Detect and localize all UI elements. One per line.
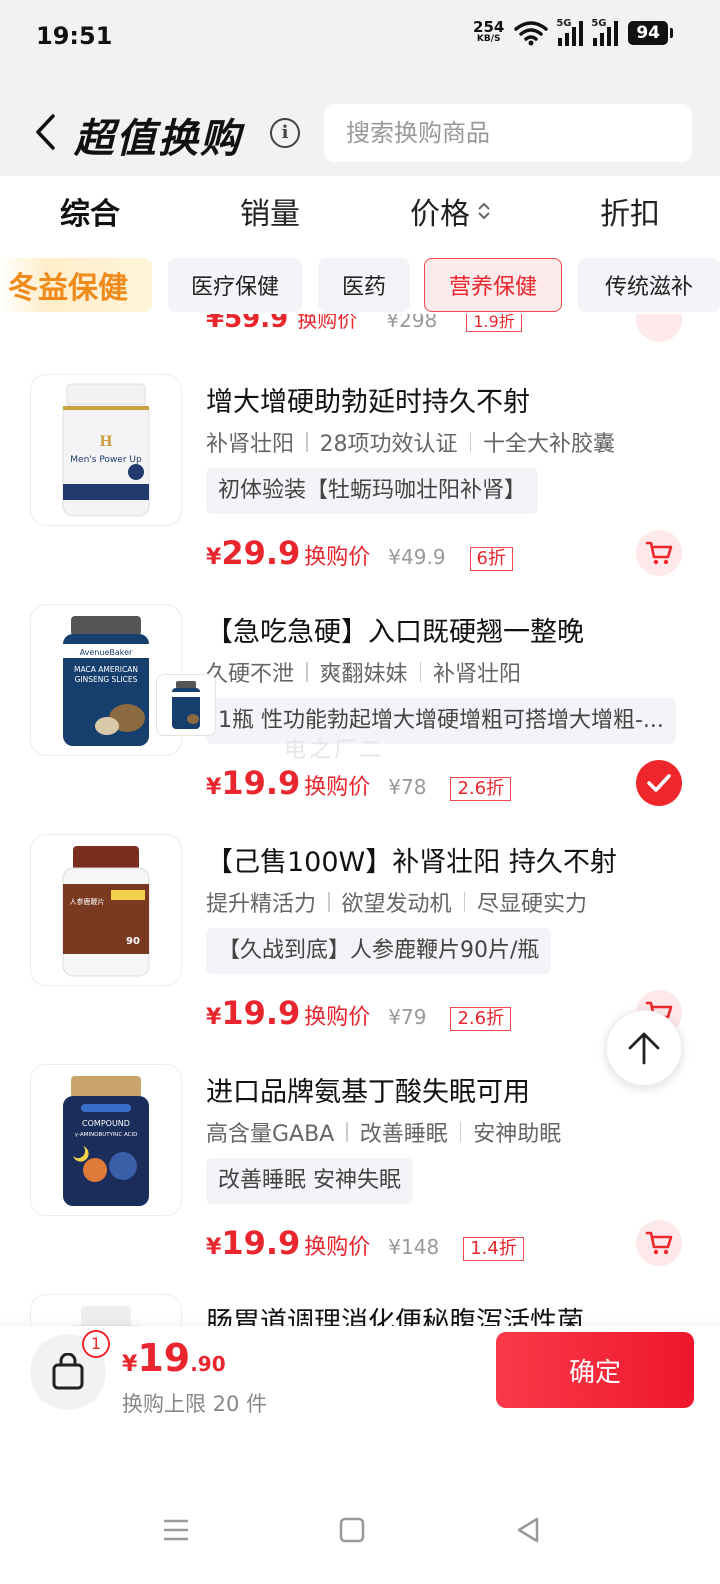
category-chip-promo[interactable]: 冬益保健 bbox=[0, 258, 152, 312]
signal-icon-1: 5G bbox=[556, 18, 584, 46]
product-title: 【急吃急硬】入口既硬翘一整晚 bbox=[206, 617, 584, 648]
svg-text:MACA AMERICAN: MACA AMERICAN bbox=[74, 665, 138, 674]
sort-tab-price-label: 价格 bbox=[410, 197, 470, 232]
watermark-text: 电之厂二 bbox=[284, 738, 385, 763]
signal-icon-2: 5G bbox=[591, 18, 619, 46]
product-item[interactable]: 肠胃道调理消化便秘腹泻活性菌 bbox=[0, 1294, 720, 1326]
net-speed: 254 KB/S bbox=[473, 18, 505, 45]
product-title: 【己售100W】补肾壮阳 持久不射 bbox=[206, 847, 617, 878]
status-icons: 254 KB/S 5G 5G 94 bbox=[473, 18, 673, 46]
product-title: 增大增硬助勃延时持久不射 bbox=[206, 387, 530, 418]
selected-check-button[interactable] bbox=[636, 760, 682, 806]
wifi-icon bbox=[514, 21, 549, 46]
category-chips: 冬益保健 医疗保健 医药 营养保健 传统滋补 bbox=[0, 256, 720, 314]
product-tags: 提升精活力 欲望发动机 尽显硬实力 bbox=[206, 892, 588, 917]
product-image: H Men's Power Up bbox=[30, 374, 182, 526]
status-bar: 19:51 254 KB/S 5G 5G 94 bbox=[0, 0, 720, 80]
svg-text:90: 90 bbox=[126, 936, 140, 947]
exchange-limit-text: 换购上限 20 件 bbox=[122, 1392, 268, 1416]
product-price: ¥ 19.9 换购价 ¥148 1.4折 bbox=[206, 1224, 524, 1262]
svg-text:H: H bbox=[99, 434, 112, 450]
product-item[interactable]: AvenueBaker MACA AMERICAN GINSENG SLICES… bbox=[0, 604, 720, 834]
product-subtitle: 改善睡眠 安神失眠 bbox=[206, 1158, 413, 1204]
checkout-bar: 1 ¥ 19 .90 换购上限 20 件 确定 bbox=[0, 1326, 720, 1424]
scroll-to-top-button[interactable] bbox=[606, 1010, 682, 1086]
svg-text:人参鹿鞭片: 人参鹿鞭片 bbox=[70, 897, 105, 906]
home-icon[interactable] bbox=[332, 1510, 372, 1550]
svg-text:Men's Power Up: Men's Power Up bbox=[70, 455, 142, 465]
check-icon bbox=[647, 774, 671, 792]
cart-button[interactable] bbox=[636, 314, 682, 342]
page-title: 超值换购 bbox=[74, 116, 242, 162]
confirm-button[interactable]: 确定 bbox=[496, 1332, 694, 1408]
sort-tab-price[interactable]: 价格 bbox=[360, 189, 540, 233]
sort-tab-comprehensive[interactable]: 综合 bbox=[0, 189, 180, 233]
product-list[interactable]: ¥59.9 换购价 ¥298 1.9折 H Men's Power Up 增大增… bbox=[0, 314, 720, 1326]
info-icon[interactable]: i bbox=[270, 118, 300, 148]
page-header: 超值换购 i bbox=[0, 80, 720, 176]
svg-text:AvenueBaker: AvenueBaker bbox=[80, 648, 133, 657]
product-tags: 补肾壮阳 28项功效认证 十全大补胶囊 bbox=[206, 432, 616, 457]
total-price: ¥ 19 .90 bbox=[122, 1336, 226, 1380]
sort-tab-discount[interactable]: 折扣 bbox=[540, 189, 720, 233]
cart-button[interactable] bbox=[636, 1220, 682, 1266]
svg-text:GINSENG SLICES: GINSENG SLICES bbox=[75, 675, 138, 684]
product-image bbox=[30, 1294, 182, 1326]
product-price: ¥ 19.9 换购价 ¥78 2.6折 bbox=[206, 764, 512, 802]
cart-button[interactable] bbox=[636, 530, 682, 576]
category-chip-medicine[interactable]: 医药 bbox=[318, 258, 410, 312]
cart-icon bbox=[645, 541, 673, 565]
search-box[interactable] bbox=[324, 104, 692, 162]
partial-product-price: ¥59.9 换购价 ¥298 1.9折 bbox=[206, 314, 522, 334]
bag-count-badge: 1 bbox=[82, 1330, 110, 1358]
product-tags: 高含量GABA 改善睡眠 安神助眠 bbox=[206, 1122, 562, 1147]
product-image: COMPOUND γ-AMINOBUTYRIC ACID bbox=[30, 1064, 182, 1216]
sort-tab-sales[interactable]: 销量 bbox=[180, 189, 360, 233]
mini-product-thumbnail bbox=[156, 674, 216, 736]
bag-icon bbox=[52, 1353, 84, 1390]
product-tags: 久硬不泄 爽翻妹妹 补肾壮阳 bbox=[206, 662, 522, 687]
arrow-up-icon bbox=[628, 1032, 660, 1065]
menu-icon[interactable] bbox=[156, 1510, 196, 1550]
product-subtitle: 初体验装【牡蛎玛咖壮阳补肾】 bbox=[206, 468, 539, 514]
battery-indicator: 94 bbox=[628, 21, 673, 45]
category-chip-medical-care[interactable]: 医疗保健 bbox=[168, 258, 302, 312]
back-icon[interactable] bbox=[508, 1510, 548, 1550]
status-time: 19:51 bbox=[36, 22, 113, 50]
category-chip-traditional[interactable]: 传统滋补 bbox=[578, 258, 720, 312]
svg-text:COMPOUND: COMPOUND bbox=[82, 1119, 130, 1128]
back-arrow-icon[interactable] bbox=[30, 112, 60, 152]
product-image: 人参鹿鞭片 90 bbox=[30, 834, 182, 986]
system-nav-bar bbox=[0, 1424, 720, 1584]
search-input[interactable] bbox=[324, 104, 692, 162]
cart-icon bbox=[645, 1231, 673, 1255]
product-subtitle: 1瓶 性功能勃起增大增硬增粗可搭增大增粗-... bbox=[206, 698, 676, 744]
product-price: ¥ 19.9 换购价 ¥79 2.6折 bbox=[206, 994, 512, 1032]
product-price: ¥ 29.9 换购价 ¥49.9 6折 bbox=[206, 534, 513, 572]
svg-text:γ-AMINOBUTYRIC ACID: γ-AMINOBUTYRIC ACID bbox=[75, 1132, 138, 1138]
product-title: 肠胃道调理消化便秘腹泻活性菌 bbox=[206, 1307, 584, 1326]
product-title: 进口品牌氨基丁酸失眠可用 bbox=[206, 1077, 530, 1108]
product-item[interactable]: COMPOUND γ-AMINOBUTYRIC ACID 进口品牌氨基丁酸失眠可… bbox=[0, 1064, 720, 1294]
sort-tabs: 综合 销量 价格 折扣 bbox=[0, 176, 720, 246]
category-chip-nutrition[interactable]: 营养保健 bbox=[424, 258, 562, 312]
sort-arrows-icon bbox=[478, 202, 490, 220]
product-subtitle: 【久战到底】人参鹿鞭片90片/瓶 bbox=[206, 928, 552, 974]
product-item[interactable]: H Men's Power Up 增大增硬助勃延时持久不射 补肾壮阳 28项功效… bbox=[0, 374, 720, 604]
